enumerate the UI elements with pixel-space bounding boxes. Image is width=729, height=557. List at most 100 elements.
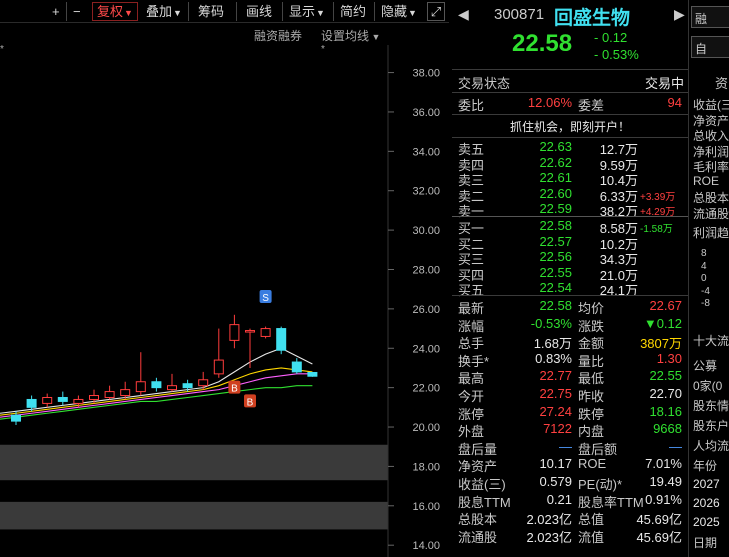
huaxian-button[interactable]: 画线 — [246, 2, 272, 21]
chart-toolbar: + − 复权▼ 叠加▼ 筹码 画线 显示▼ 简约 隐藏▼ ⤢ — [0, 0, 449, 23]
stat-label: 股息TTM — [458, 494, 511, 510]
rzrq-button[interactable]: 融资融券 — [254, 27, 302, 44]
level-price: 22.62 — [539, 154, 572, 170]
divider — [452, 69, 688, 70]
ma-settings-button[interactable]: 设置均线 ▼ — [321, 27, 380, 44]
next-stock-icon[interactable]: ▶ — [674, 6, 685, 23]
year-item: 2027 — [693, 477, 720, 491]
candle-body — [104, 391, 115, 398]
profit-axis-tick: -4 — [701, 285, 710, 297]
divider — [452, 295, 688, 296]
stat-label: 今开 — [458, 389, 485, 404]
chart-bands — [0, 444, 388, 530]
trade-status-row: 交易状态 交易中 — [452, 73, 688, 91]
tab-zi[interactable]: 资 — [715, 73, 728, 92]
level-price: 22.57 — [539, 233, 572, 249]
band — [0, 444, 388, 481]
jianyue-button[interactable]: 简约 — [340, 2, 366, 21]
candle-body — [198, 379, 209, 387]
bid-level[interactable]: 买四 22.55 21.0万 — [452, 265, 688, 283]
divider — [452, 92, 688, 93]
ask-level[interactable]: 卖三 22.61 10.4万 — [452, 170, 688, 188]
last-price: 22.58 — [512, 30, 573, 57]
chouma-button[interactable]: 筹码 — [198, 2, 224, 21]
ask-level[interactable]: 卖四 22.62 9.59万 — [452, 154, 688, 173]
marker-label: B — [247, 397, 254, 408]
stat-row: 今开 22.75 昨收 22.70 — [452, 386, 688, 404]
stat-label: 流通股 — [458, 529, 498, 545]
open-account-banner[interactable]: 抓住机会，即刻开户！ — [452, 118, 688, 136]
shareholder-label-1: 股东情 — [693, 399, 729, 413]
xianshi-button[interactable]: 显示▼ — [289, 2, 325, 21]
finance-item: ROE — [693, 173, 720, 188]
zoom-out-button[interactable]: − — [73, 2, 81, 21]
side-button-1[interactable]: 融 — [691, 6, 729, 28]
level-price: 22.60 — [539, 185, 572, 201]
stat-value: ▼0.12 — [643, 315, 682, 331]
stat-value: 22.70 — [649, 386, 682, 401]
y-tick-label: 26.00 — [412, 304, 440, 316]
shareholder-label-2: 股东户 — [693, 419, 729, 433]
stat-value: 3807万 — [640, 336, 682, 352]
stat-label: 涨幅 — [458, 318, 485, 334]
finance-item: 收益(三 — [693, 98, 729, 112]
ma-settings-label: 设置均线 — [321, 29, 370, 43]
candle-body — [135, 381, 146, 393]
stat-label: 净资产 — [458, 459, 498, 475]
price-change: - 0.12 — [594, 30, 628, 45]
y-tick-label: 18.00 — [412, 461, 440, 473]
stat-value: 0.91% — [645, 491, 682, 507]
stat-value: 0.579 — [539, 474, 572, 489]
side-info-column: 融 自 资 收益(三 净资产 总收入 净利润 毛利率 ROE 总股本 流通股 利润趋 840-… — [688, 0, 729, 557]
bid-level[interactable]: 买三 22.56 34.3万 — [452, 249, 688, 267]
stat-label: 盘后额 — [578, 441, 618, 457]
y-tick-label: 16.00 — [412, 501, 440, 513]
candle-body — [89, 395, 99, 400]
level-price: 22.54 — [539, 280, 572, 295]
side-button-2[interactable]: 自 — [691, 36, 729, 58]
weibi-value: 12.06% — [527, 95, 572, 110]
stat-label: 最高 — [458, 371, 485, 387]
yincang-button[interactable]: 隐藏▼ — [381, 2, 417, 21]
fuquan-button[interactable]: 复权▼ — [92, 2, 138, 21]
profit-axis-tick: 8 — [701, 248, 707, 259]
ask-level[interactable]: 卖一 22.59 38.2万 +4.29万 — [452, 201, 688, 219]
candle-body — [182, 383, 193, 389]
y-tick-label: 28.00 — [412, 264, 440, 276]
stat-value: 2.023亿 — [526, 512, 572, 528]
stat-label: PE(动)* — [578, 477, 623, 492]
ask-level[interactable]: 卖五 22.63 12.7万 — [452, 139, 688, 157]
trade-status-label: 交易状态 — [458, 76, 511, 91]
stat-row: 收益(三) 0.579 PE(动)* 19.49 — [452, 474, 688, 492]
bid-level[interactable]: 买二 22.57 10.2万 — [452, 233, 688, 252]
stat-value: 0.21 — [546, 491, 572, 507]
kline-chart[interactable]: S BB 38.00 36.00 34.00 32.00 30.00 28.00 26.00 2… — [0, 45, 449, 557]
stat-label: 跌停 — [578, 406, 605, 422]
y-tick-label: 36.00 — [412, 107, 440, 119]
stat-value: 22.58 — [539, 298, 572, 313]
stat-row: 涨幅 -0.53% 涨跌 ▼0.12 — [452, 316, 688, 334]
yincang-label: 隐藏 — [381, 4, 408, 19]
bid-level[interactable]: 买五 22.54 24.1万 — [452, 280, 688, 298]
stat-value: 1.68万 — [533, 336, 572, 352]
zoom-in-button[interactable]: + — [52, 2, 60, 21]
profit-axis-tick: 0 — [701, 273, 707, 284]
level-volume: 24.1万 — [599, 283, 638, 298]
prev-stock-icon[interactable]: ◀ — [458, 6, 469, 23]
y-tick-label: 32.00 — [412, 186, 440, 198]
stat-row: 最新 22.58 均价 22.67 — [452, 298, 688, 316]
expand-icon[interactable]: ⤢ — [427, 2, 445, 21]
stat-label: 总值 — [578, 512, 605, 528]
chevron-down-icon: ▼ — [408, 8, 417, 18]
y-tick-label: 34.00 — [412, 146, 440, 158]
y-tick-label: 38.00 — [412, 68, 440, 80]
candle-body — [167, 385, 177, 391]
bid-level[interactable]: 买一 22.58 8.58万 -1.58万 — [452, 218, 688, 236]
diejia-button[interactable]: 叠加▼ — [146, 2, 182, 21]
profit-trend-label: 利润趋 — [693, 226, 729, 240]
ask-level[interactable]: 卖二 22.60 6.33万 +3.39万 — [452, 185, 688, 204]
stat-value: 7.01% — [645, 456, 682, 472]
stat-row: 流通股 2.023亿 流值 45.69亿 — [452, 527, 688, 545]
stat-row: 换手* 0.83% 量比 1.30 — [452, 351, 688, 369]
stat-value: 22.55 — [649, 368, 682, 384]
